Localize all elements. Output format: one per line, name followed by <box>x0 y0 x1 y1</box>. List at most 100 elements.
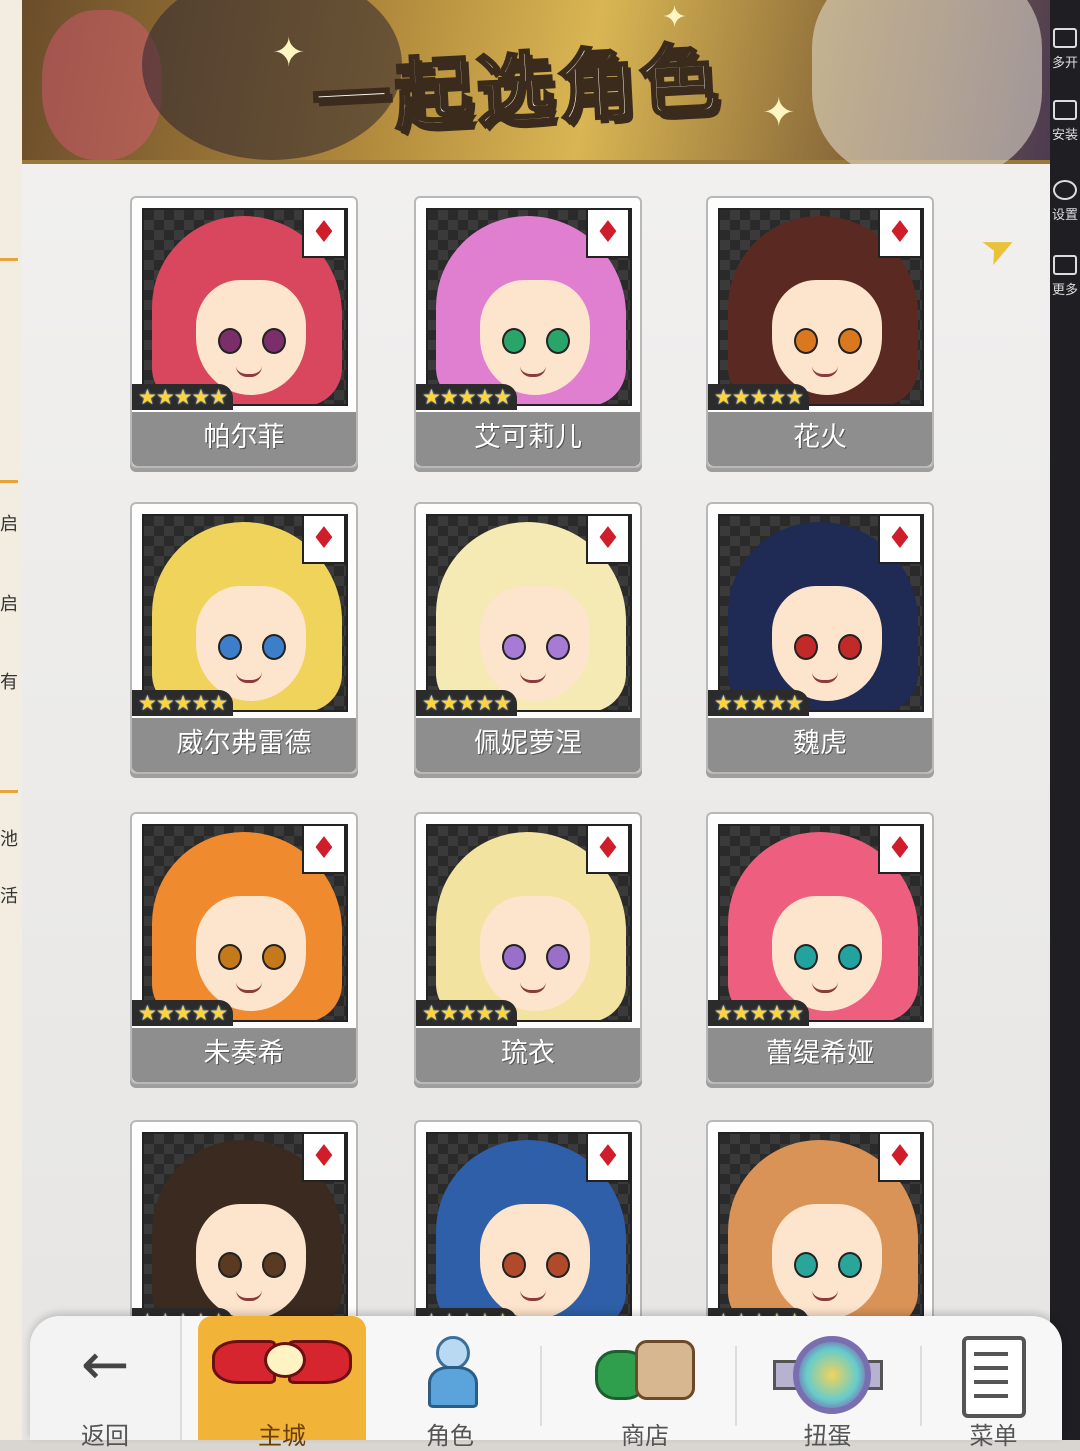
star-rating: ★★★★★ <box>708 384 810 410</box>
diamond-suit-icon: ♦ <box>302 514 346 564</box>
tab-shop[interactable]: 商店 <box>560 1316 730 1450</box>
portrait-face <box>772 1204 882 1319</box>
gacha-orb-icon <box>772 1336 883 1414</box>
name-bar: 帕尔菲 <box>132 412 356 466</box>
event-banner: ✦ ✦ ✦ 一起选角色 <box>22 0 1050 180</box>
sparkle-icon: ✦ <box>272 30 306 76</box>
character-name: 威尔弗雷德 <box>176 728 312 759</box>
toolbar-label: 更多 <box>1051 283 1078 298</box>
strip-label: 启 <box>0 514 18 535</box>
more-button[interactable]: 更多 <box>1050 255 1080 298</box>
nav-divider <box>735 1346 737 1426</box>
background-window-strip: 启 启 有 池 活 <box>0 0 23 1440</box>
diamond-suit-icon: ♦ <box>586 1132 630 1182</box>
character-name: 佩妮萝涅 <box>474 728 582 759</box>
name-bar: 佩妮萝涅 <box>416 718 640 772</box>
tab-characters[interactable]: 角色 <box>380 1316 520 1450</box>
name-bar: 蕾缇希娅 <box>708 1028 932 1082</box>
diamond-suit-icon: ♦ <box>878 1132 922 1182</box>
diamond-suit-icon: ♦ <box>302 1132 346 1182</box>
character-name: 琉衣 <box>501 1038 555 1069</box>
nav-divider <box>540 1346 542 1426</box>
settings-icon <box>1053 180 1077 200</box>
name-bar: 艾可莉儿 <box>416 412 640 466</box>
toolbar-label: 设置 <box>1051 208 1078 223</box>
name-bar: 琉衣 <box>416 1028 640 1082</box>
bottom-nav-bar: ← 返回 主城 角色 商店 扭蛋 菜单 <box>30 1316 1062 1450</box>
tab-main-city[interactable]: 主城 <box>198 1316 366 1450</box>
emulator-toolbar: 多开 安装 设置 更多 <box>1050 0 1080 1440</box>
strip-label: 活 <box>0 886 18 907</box>
tab-gacha[interactable]: 扭蛋 <box>740 1316 915 1450</box>
game-screen: ✦ ✦ ✦ 一起选角色 ➤ ♦ ★★★★★ 帕尔菲 ♦ ★★★★★ 艾可莉儿 ♦ ★★★★★ 花… <box>22 0 1050 1440</box>
install-icon <box>1053 100 1077 120</box>
character-card[interactable]: ♦ ★★★★★ 魏虎 <box>706 502 934 774</box>
character-card[interactable]: ♦ ★★★★★ 威尔弗雷德 <box>130 502 358 774</box>
character-card[interactable]: ♦ ★★★★★ 未奏希 <box>130 812 358 1084</box>
settings-button[interactable]: 设置 <box>1050 180 1080 223</box>
star-rating: ★★★★★ <box>708 1000 810 1026</box>
bow-icon <box>212 1336 352 1384</box>
portrait-face <box>772 280 882 395</box>
character-card[interactable]: ♦ ★★★★★ 艾可莉儿 <box>414 196 642 468</box>
diamond-suit-icon: ♦ <box>302 824 346 874</box>
sparkle-icon: ✦ <box>762 90 796 136</box>
star-rating: ★★★★★ <box>416 1000 518 1026</box>
portrait-face <box>196 280 306 395</box>
character-name: 艾可莉儿 <box>474 422 582 453</box>
toolbar-label: 多开 <box>1051 56 1078 71</box>
character-name: 蕾缇希娅 <box>766 1038 874 1069</box>
name-bar: 未奏希 <box>132 1028 356 1082</box>
portrait-face <box>772 896 882 1011</box>
diamond-suit-icon: ♦ <box>878 208 922 258</box>
character-name: 魏虎 <box>793 728 847 759</box>
character-card[interactable]: ♦ ★★★★★ 花火 <box>706 196 934 468</box>
pawn-icon <box>428 1336 478 1408</box>
tab-label: 扭蛋 <box>803 1422 852 1450</box>
multi-instance-icon <box>1053 28 1077 48</box>
tab-label: 商店 <box>621 1422 669 1450</box>
character-name: 花火 <box>793 422 847 453</box>
tab-label: 菜单 <box>969 1422 1018 1450</box>
toolbar-label: 安装 <box>1051 128 1078 143</box>
character-card[interactable]: ♦ ★★★★★ 琉衣 <box>414 812 642 1084</box>
back-button[interactable]: ← 返回 <box>30 1316 182 1450</box>
portrait-face <box>772 586 882 701</box>
tab-menu[interactable]: 菜单 <box>925 1316 1062 1450</box>
banner-title: 一起选角色 <box>309 34 726 148</box>
strip-marker <box>0 790 18 793</box>
portrait-face <box>480 1204 590 1319</box>
strip-label: 池 <box>0 829 18 850</box>
strip-marker <box>0 480 18 483</box>
portrait-face <box>480 896 590 1011</box>
star-rating: ★★★★★ <box>416 384 518 410</box>
menu-list-icon <box>961 1336 1026 1418</box>
diamond-suit-icon: ♦ <box>586 514 630 564</box>
strip-marker <box>0 258 18 261</box>
portrait-face <box>480 586 590 701</box>
nav-divider <box>920 1346 922 1426</box>
character-card[interactable]: ♦ ★★★★★ 帕尔菲 <box>130 196 358 468</box>
portrait-face <box>480 280 590 395</box>
name-bar: 魏虎 <box>708 718 932 772</box>
diamond-suit-icon: ♦ <box>586 208 630 258</box>
character-name: 未奏希 <box>203 1038 285 1069</box>
shop-bag-icon <box>595 1336 695 1400</box>
portrait-face <box>196 896 306 1011</box>
portrait-face <box>196 1204 306 1319</box>
multi-instance-button[interactable]: 多开 <box>1050 28 1080 71</box>
portrait-face <box>196 586 306 701</box>
star-rating: ★★★★★ <box>132 384 234 410</box>
diamond-suit-icon: ♦ <box>878 824 922 874</box>
diamond-suit-icon: ♦ <box>878 514 922 564</box>
star-rating: ★★★★★ <box>132 1000 234 1026</box>
character-card[interactable]: ♦ ★★★★★ 蕾缇希娅 <box>706 812 934 1084</box>
install-button[interactable]: 安装 <box>1050 100 1080 143</box>
strip-label: 有 <box>0 672 18 693</box>
tab-label: 主城 <box>258 1422 306 1450</box>
character-card[interactable]: ♦ ★★★★★ 佩妮萝涅 <box>414 502 642 774</box>
star-rating: ★★★★★ <box>416 690 518 716</box>
banner-character-art <box>812 0 1042 180</box>
back-label: 返回 <box>81 1422 129 1450</box>
diamond-suit-icon: ♦ <box>302 208 346 258</box>
